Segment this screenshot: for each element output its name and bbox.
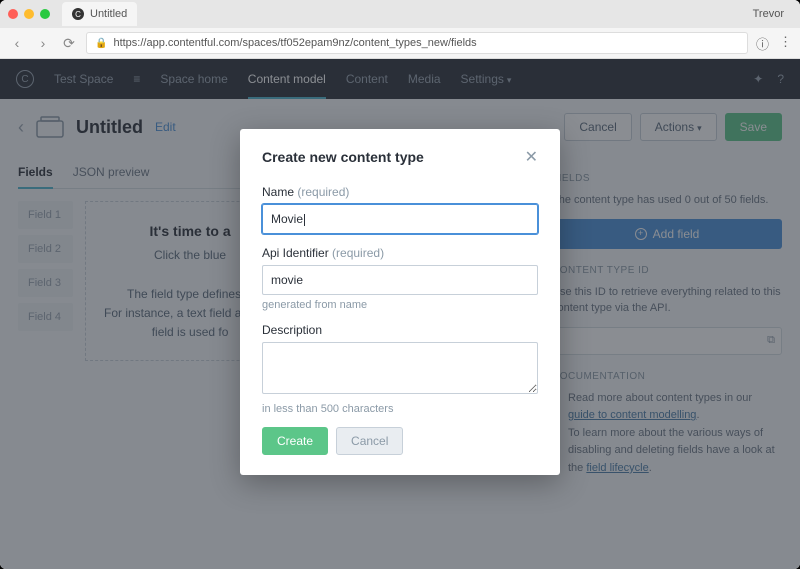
name-label: Name (required) (262, 185, 538, 199)
back-button[interactable]: ‹ (8, 34, 26, 52)
close-window[interactable] (8, 9, 18, 19)
close-icon[interactable]: ✕ (525, 147, 538, 167)
tab-strip: C Untitled Trevor (0, 0, 800, 28)
api-identifier-input[interactable] (262, 265, 538, 295)
profile-name[interactable]: Trevor (753, 8, 792, 20)
form-group-description: Description in less than 500 characters (262, 323, 538, 415)
text-caret (304, 214, 305, 226)
browser-tab[interactable]: C Untitled (62, 2, 137, 26)
modal-overlay[interactable]: Create new content type ✕ Name (required… (0, 59, 800, 569)
url-text: https://app.contentful.com/spaces/tf052e… (113, 37, 476, 49)
maximize-window[interactable] (40, 9, 50, 19)
form-group-api: Api Identifier (required) generated from… (262, 246, 538, 311)
api-label: Api Identifier (required) (262, 246, 538, 260)
window-controls (8, 9, 50, 19)
menu-icon[interactable]: ⋮ (779, 34, 792, 53)
create-button[interactable]: Create (262, 427, 328, 455)
forward-button[interactable]: › (34, 34, 52, 52)
browser-chrome: C Untitled Trevor ‹ › ⟳ 🔒 https://app.co… (0, 0, 800, 59)
modal-title: Create new content type (262, 149, 424, 165)
modal-cancel-button[interactable]: Cancel (336, 427, 403, 455)
app-viewport: C Test Space ≡ Space home Content model … (0, 59, 800, 569)
modal-actions: Create Cancel (262, 427, 538, 455)
minimize-window[interactable] (24, 9, 34, 19)
url-field[interactable]: 🔒 https://app.contentful.com/spaces/tf05… (86, 32, 748, 54)
modal-header: Create new content type ✕ (262, 147, 538, 167)
favicon-icon: C (72, 8, 84, 20)
browser-actions: ⓘ ⋮ (756, 34, 792, 53)
description-input[interactable] (262, 342, 538, 394)
description-label: Description (262, 323, 538, 337)
api-hint: generated from name (262, 299, 538, 311)
description-hint: in less than 500 characters (262, 403, 538, 415)
lock-icon: 🔒 (95, 38, 107, 49)
form-group-name: Name (required) Movie (262, 185, 538, 234)
create-content-type-modal: Create new content type ✕ Name (required… (240, 129, 560, 475)
info-icon[interactable]: ⓘ (756, 34, 769, 53)
address-bar: ‹ › ⟳ 🔒 https://app.contentful.com/space… (0, 28, 800, 58)
browser-window: C Untitled Trevor ‹ › ⟳ 🔒 https://app.co… (0, 0, 800, 569)
name-input[interactable]: Movie (262, 204, 538, 234)
tab-title: Untitled (90, 8, 127, 20)
reload-button[interactable]: ⟳ (60, 34, 78, 52)
